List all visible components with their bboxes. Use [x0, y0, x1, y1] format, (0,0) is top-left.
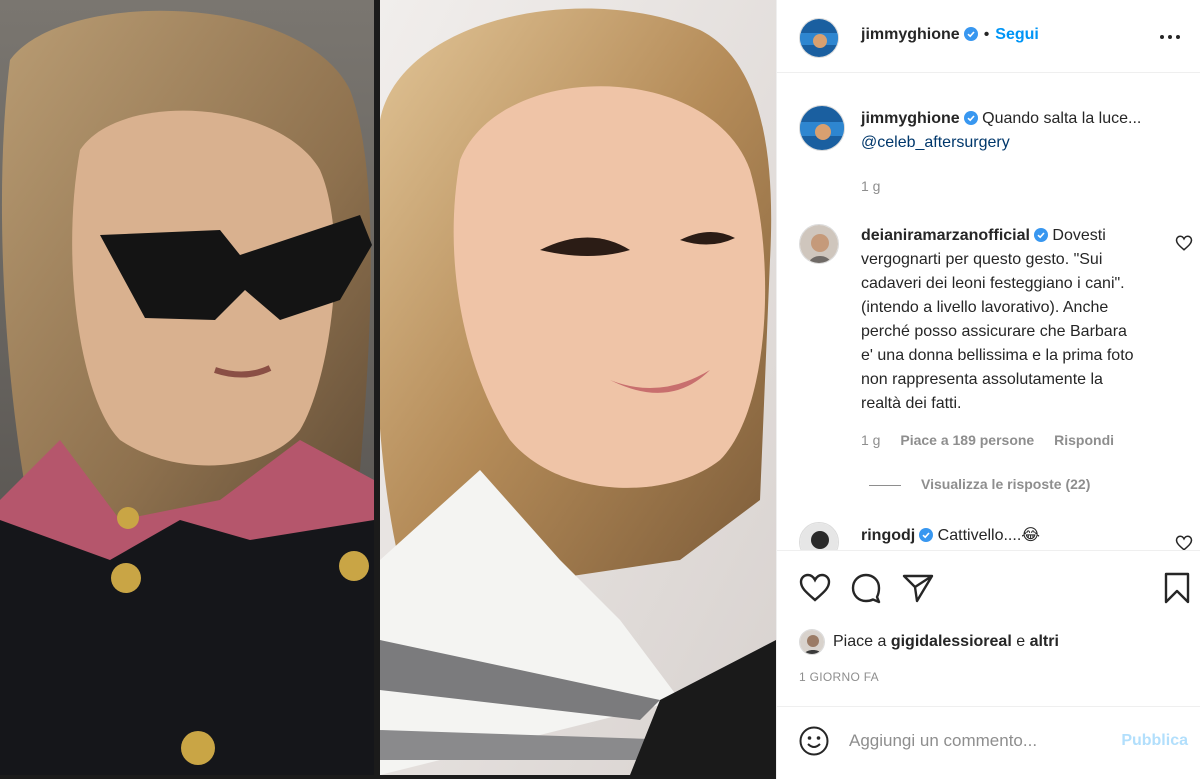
author-avatar[interactable]	[799, 18, 839, 58]
caption-time[interactable]: 1 g	[861, 178, 880, 194]
liker-avatar	[799, 629, 825, 655]
follow-button[interactable]: Segui	[995, 26, 1039, 43]
caption-body: jimmyghione Quando salta la luce... @cel…	[861, 107, 1191, 155]
publish-button[interactable]: Pubblica	[1121, 732, 1188, 750]
view-replies-button[interactable]: Visualizza le risposte (22)	[869, 476, 1090, 492]
verified-badge-icon	[963, 27, 978, 41]
post-panel: jimmyghione • Segui jimmyghione Quando sal…	[776, 0, 1200, 779]
post-timestamp[interactable]: 1 GIORNO FA	[799, 670, 879, 684]
reply-button[interactable]: Rispondi	[1054, 432, 1114, 448]
comment-text: Dovesti vergognarti per questo gesto. "S…	[861, 227, 1134, 412]
separator-dot: •	[983, 26, 990, 43]
replies-divider-line	[869, 484, 901, 486]
bookmark-icon[interactable]	[1160, 571, 1194, 605]
comment-meta: 1 g Piace a 189 persone Rispondi	[861, 432, 1130, 448]
comment-input[interactable]	[849, 727, 1109, 755]
view-replies-label: Visualizza le risposte (22)	[921, 476, 1091, 492]
comment-body: deianiramarzanofficial Dovesti vergognar…	[861, 224, 1143, 416]
likes-conj: e	[1016, 633, 1026, 651]
add-comment-bar: Pubblica	[777, 706, 1200, 779]
comment-username[interactable]: ringodj	[861, 527, 915, 544]
post-header: jimmyghione • Segui	[777, 0, 1200, 73]
verified-badge-icon	[963, 111, 978, 125]
comment-username[interactable]: deianiramarzanofficial	[861, 227, 1030, 244]
paper-plane-icon[interactable]	[901, 571, 935, 605]
comment-like-heart-icon[interactable]	[1175, 234, 1193, 252]
likes-prefix: Piace a	[833, 633, 887, 651]
post-actions: Piace a gigidalessioreal e altri 1 GIORN…	[777, 550, 1200, 706]
commenter-avatar[interactable]	[799, 522, 839, 550]
likes-summary[interactable]: Piace a gigidalessioreal e altri	[799, 629, 1059, 655]
heart-icon[interactable]	[798, 571, 832, 605]
verified-badge-icon	[919, 528, 934, 542]
commenter-avatar[interactable]	[799, 224, 839, 264]
caption-text: Quando salta la luce...	[982, 110, 1142, 127]
comment-likes-count[interactable]: Piace a 189 persone	[900, 432, 1034, 448]
post-image[interactable]	[0, 0, 776, 779]
comment-body: ringodj Cattivello....😂	[861, 524, 1191, 548]
photo-right	[380, 0, 776, 775]
liker-username[interactable]: gigidalessioreal	[891, 633, 1012, 650]
comments-list[interactable]: jimmyghione Quando salta la luce... @cel…	[777, 74, 1200, 550]
author-line: jimmyghione • Segui	[861, 26, 1039, 44]
more-options-icon[interactable]	[1158, 27, 1182, 47]
caption-avatar[interactable]	[799, 105, 845, 151]
smiley-icon[interactable]	[798, 725, 830, 757]
comment-like-heart-icon[interactable]	[1175, 534, 1193, 550]
caption-username[interactable]: jimmyghione	[861, 110, 960, 127]
photo-left	[0, 0, 374, 775]
verified-badge-icon	[1033, 228, 1048, 242]
comment-bubble-icon[interactable]	[849, 571, 883, 605]
likes-others[interactable]: altri	[1030, 633, 1059, 650]
caption-mention-link[interactable]: @celeb_aftersurgery	[861, 134, 1010, 151]
comment-time[interactable]: 1 g	[861, 432, 880, 448]
comment-text: Cattivello....😂	[937, 527, 1040, 544]
author-username[interactable]: jimmyghione	[861, 26, 960, 43]
